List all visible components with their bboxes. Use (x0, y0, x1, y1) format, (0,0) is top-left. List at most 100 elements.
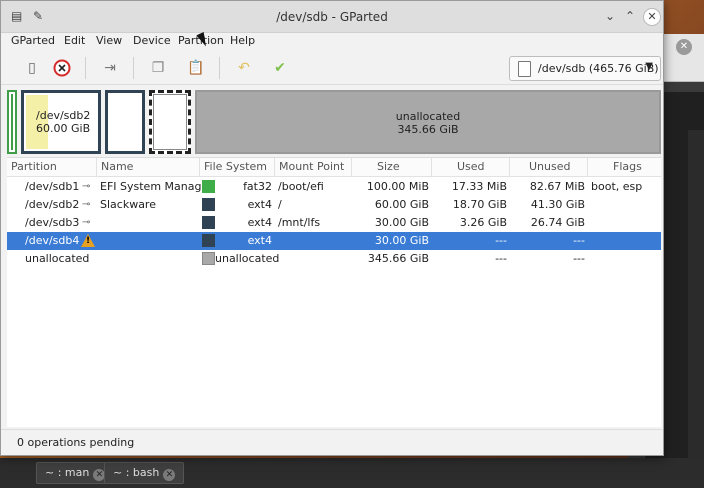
table-row-selected[interactable]: /dev/sdb4 ! ext4 30.00 GiB --- --- (7, 232, 661, 250)
table-header: Partition Name File System Mount Point S… (7, 158, 661, 177)
titlebar[interactable]: ▤ ✎ /dev/sdb - GParted ⌄ ⌃ ✕ (1, 1, 663, 33)
filesystem-color-swatch (202, 234, 215, 247)
cell-used: 18.70 GiB (452, 198, 507, 211)
cell-size: 345.66 GiB (367, 252, 429, 265)
statusbar: 0 operations pending (1, 429, 663, 455)
cell-unused: 41.30 GiB (530, 198, 585, 211)
operations-pending-status: 0 operations pending (17, 436, 135, 449)
column-header-mount-point[interactable]: Mount Point (279, 160, 344, 173)
paste-icon[interactable]: 📋 (185, 57, 207, 79)
column-header-used[interactable]: Used (457, 160, 485, 173)
dropdown-arrow-icon: ▼ (645, 61, 653, 72)
partition-block-label: unallocated 345.66 GiB (395, 110, 461, 136)
cell-name: Slackware (100, 198, 156, 211)
partition-block-unallocated[interactable]: unallocated 345.66 GiB (195, 90, 661, 154)
cell-mount-point: / (278, 198, 282, 211)
menu-gparted[interactable]: GParted (11, 34, 55, 47)
cell-unused: 82.67 MiB (529, 180, 585, 193)
cell-used: --- (495, 252, 507, 265)
toolbar-separator (219, 57, 220, 79)
menu-device[interactable]: Device (133, 34, 171, 47)
cell-size: 100.00 MiB (366, 180, 429, 193)
column-header-partition[interactable]: Partition (11, 160, 57, 173)
table-row[interactable]: /dev/sdb1 ⊸ EFI System Manager fat32 /bo… (7, 178, 661, 196)
key-icon: ⊸ (82, 217, 91, 228)
table-row[interactable]: /dev/sdb3 ⊸ ext4 /mnt/lfs 30.00 GiB 3.26… (7, 214, 661, 232)
cell-flags: boot, esp (591, 180, 643, 193)
cell-size: 30.00 GiB (374, 234, 429, 247)
resize-move-icon[interactable]: ⇥ (99, 57, 121, 79)
menu-help[interactable]: Help (230, 34, 255, 47)
column-header-name[interactable]: Name (101, 160, 133, 173)
partition-block-sdb1[interactable] (7, 90, 17, 154)
disk-icon (518, 61, 531, 77)
table-row[interactable]: unallocated unallocated 345.66 GiB --- -… (7, 250, 661, 268)
column-separator[interactable] (431, 158, 432, 177)
menubar: GParted Edit View Device Partition Help (1, 33, 663, 51)
cell-filesystem: fat32 (243, 180, 272, 193)
taskbar-tab-bash[interactable]: ~ : bash ✕ (104, 462, 185, 484)
filesystem-color-swatch (202, 198, 215, 211)
cell-partition: /dev/sdb2 (25, 198, 80, 211)
column-header-flags[interactable]: Flags (613, 160, 642, 173)
cell-partition: /dev/sdb3 (25, 216, 80, 229)
delete-partition-icon[interactable] (51, 57, 73, 79)
cell-partition: unallocated (25, 252, 90, 265)
column-header-filesystem[interactable]: File System (204, 160, 267, 173)
background-close-icon[interactable]: ✕ (676, 39, 692, 55)
cell-mount-point: /boot/efi (278, 180, 324, 193)
cell-filesystem: ext4 (247, 198, 272, 211)
column-separator[interactable] (351, 158, 352, 177)
partition-block-label: /dev/sdb2 60.00 GiB (36, 109, 91, 135)
partition-table: Partition Name File System Mount Point S… (7, 157, 661, 427)
toolbar-separator (133, 57, 134, 79)
device-selector-label: /dev/sdb (465.76 GiB) (538, 62, 659, 75)
cell-partition: /dev/sdb4 (25, 234, 80, 247)
cell-unused: 26.74 GiB (530, 216, 585, 229)
warning-icon: ! (81, 234, 95, 247)
column-header-unused[interactable]: Unused (529, 160, 570, 173)
toolbar-separator (85, 57, 86, 79)
cell-size: 60.00 GiB (374, 198, 429, 211)
cell-filesystem: ext4 (247, 234, 272, 247)
taskbar-tab-label: ~ : bash (113, 466, 160, 479)
column-separator[interactable] (587, 158, 588, 177)
cell-filesystem: ext4 (247, 216, 272, 229)
minimize-icon[interactable]: ⌄ (605, 9, 615, 23)
cell-used: 17.33 MiB (451, 180, 507, 193)
filesystem-color-swatch (202, 180, 215, 193)
cell-partition: /dev/sdb1 (25, 180, 80, 193)
taskbar-tab-man[interactable]: ~ : man ✕ (36, 462, 115, 484)
filesystem-color-swatch (202, 216, 215, 229)
partition-block-sdb3[interactable] (105, 90, 145, 154)
column-separator[interactable] (509, 158, 510, 177)
cell-unused: --- (573, 252, 585, 265)
column-separator[interactable] (274, 158, 275, 177)
apply-checkmark-icon[interactable]: ✔ (269, 57, 291, 79)
disk-partition-map: /dev/sdb2 60.00 GiB unallocated 345.66 G… (7, 90, 661, 154)
cell-mount-point: /mnt/lfs (278, 216, 321, 229)
table-row[interactable]: /dev/sdb2 ⊸ Slackware ext4 / 60.00 GiB 1… (7, 196, 661, 214)
close-icon[interactable]: ✕ (163, 469, 176, 481)
column-header-size[interactable]: Size (377, 160, 400, 173)
column-separator[interactable] (199, 158, 200, 177)
partition-block-sdb4[interactable] (149, 90, 191, 154)
partition-block-sdb2[interactable]: /dev/sdb2 60.00 GiB (21, 90, 101, 154)
maximize-icon[interactable]: ⌃ (625, 9, 635, 23)
close-window-button[interactable]: ✕ (643, 8, 661, 26)
background-scrollbar[interactable] (688, 130, 704, 488)
toolbar: ▯ ⇥ ❐ 📋 ↶ ✔ /dev/sdb (465.76 GiB) ▼ (1, 51, 663, 85)
cell-used: 3.26 GiB (459, 216, 507, 229)
menu-edit[interactable]: Edit (64, 34, 85, 47)
cell-used: --- (495, 234, 507, 247)
copy-icon[interactable]: ❐ (147, 57, 169, 79)
new-partition-icon[interactable]: ▯ (21, 57, 43, 79)
menu-view[interactable]: View (96, 34, 122, 47)
column-separator[interactable] (96, 158, 97, 177)
cell-filesystem: unallocated (215, 252, 280, 265)
gparted-window: ▤ ✎ /dev/sdb - GParted ⌄ ⌃ ✕ GParted Edi… (0, 0, 664, 456)
taskbar: ~ : man ✕ ~ : bash ✕ (0, 458, 704, 488)
undo-icon[interactable]: ↶ (233, 57, 255, 79)
cell-size: 30.00 GiB (374, 216, 429, 229)
device-selector[interactable]: /dev/sdb (465.76 GiB) ▼ (509, 56, 661, 81)
